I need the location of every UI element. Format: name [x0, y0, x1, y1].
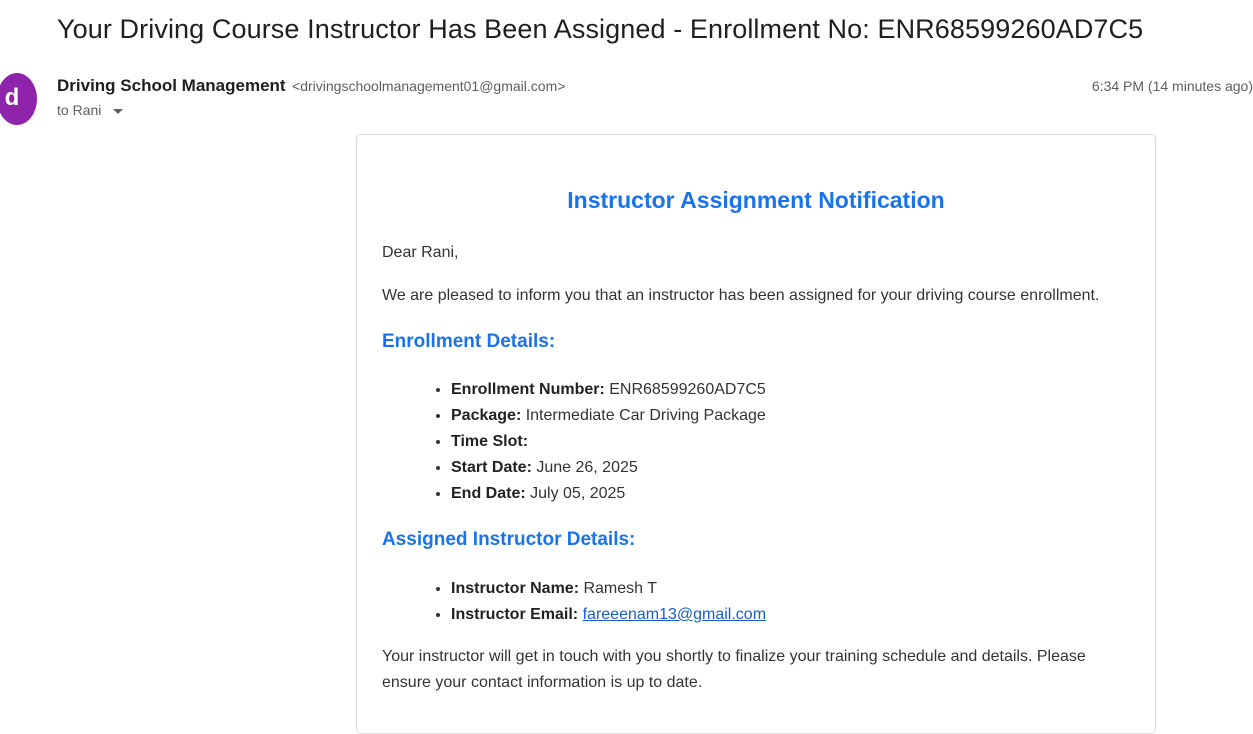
instructor-details-list: Instructor Name: Ramesh T Instructor Ema…	[382, 576, 766, 628]
email-subject: Your Driving Course Instructor Has Been …	[57, 14, 1144, 44]
sender-line: Driving School Management <drivingschool…	[57, 76, 565, 96]
sender-email: <drivingschoolmanagement01@gmail.com>	[292, 78, 566, 94]
list-item: End Date: July 05, 2025	[451, 481, 766, 507]
chevron-down-icon[interactable]	[113, 108, 124, 114]
intro-paragraph: We are pleased to inform you that an ins…	[382, 287, 1100, 304]
sender-name[interactable]: Driving School Management	[57, 76, 286, 95]
avatar-initial: d	[4, 84, 20, 111]
notification-heading: Instructor Assignment Notification	[567, 187, 945, 213]
enrollment-details-title: Enrollment Details:	[382, 331, 556, 352]
list-item: Instructor Email: fareeenam13@gmail.com	[451, 602, 766, 628]
email-timestamp: 6:34 PM (14 minutes ago)	[1091, 78, 1253, 94]
list-item: Instructor Name: Ramesh T	[451, 576, 766, 602]
instructor-details-title: Assigned Instructor Details:	[382, 529, 636, 550]
closing-paragraph: Your instructor will get in touch with y…	[382, 648, 1086, 691]
list-item: Time Slot:	[451, 429, 766, 455]
enrollment-details-list: Enrollment Number: ENR68599260AD7C5 Pack…	[382, 377, 766, 507]
recipient-details-toggle[interactable]: to Rani	[57, 102, 124, 118]
instructor-email-link[interactable]: fareeenam13@gmail.com	[583, 606, 766, 623]
list-item: Enrollment Number: ENR68599260AD7C5	[451, 377, 766, 403]
email-body-card: Instructor Assignment Notification Dear …	[356, 134, 1156, 734]
list-item: Start Date: June 26, 2025	[451, 455, 766, 481]
list-item: Package: Intermediate Car Driving Packag…	[451, 403, 766, 429]
recipient-label: to Rani	[57, 102, 102, 118]
greeting: Dear Rani,	[382, 244, 459, 261]
sender-avatar[interactable]: d	[0, 73, 37, 125]
